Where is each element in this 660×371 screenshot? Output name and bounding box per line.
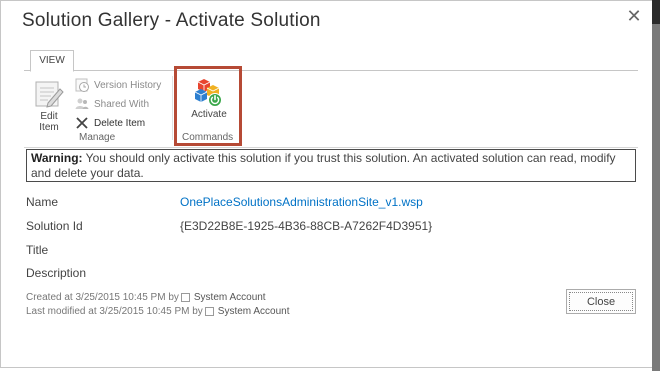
edit-item-button: Edit Item [32,79,66,133]
description-label: Description [26,266,87,280]
version-history-button: Version History [74,77,161,93]
edit-item-label-line1: Edit [40,111,58,122]
name-label: Name [26,195,59,209]
edit-item-icon [33,79,65,109]
modified-by-user[interactable]: System Account [218,306,290,317]
presence-icon [180,292,190,302]
ribbon-separator [172,76,173,140]
window-edge [652,0,660,371]
shared-with-icon [74,96,90,112]
close-button[interactable]: Close [566,289,636,314]
name-value-link[interactable]: OnePlaceSolutionsAdministrationSite_v1.w… [180,195,423,209]
shared-with-button: Shared With [74,96,149,112]
edit-item-label-line2: Item [39,122,59,133]
version-history-label: Version History [94,79,162,91]
created-by-user[interactable]: System Account [194,292,266,303]
commands-highlight-box [174,66,242,146]
ribbon-group-manage: Edit Item Version History Shared With De… [24,71,174,147]
dialog-title: Solution Gallery - Activate Solution [22,10,321,31]
tab-view[interactable]: VIEW [30,50,74,72]
warning-label: Warning: [31,151,83,165]
version-history-icon [74,77,90,93]
created-prefix: Created at 3/25/2015 10:45 PM by [26,292,179,303]
shared-with-label: Shared With [94,98,150,110]
close-icon[interactable]: ✕ [624,6,644,26]
delete-item-label: Delete Item [94,117,146,129]
title-label: Title [26,243,49,257]
warning-text: You should only activate this solution i… [31,151,616,180]
delete-x-icon [74,115,90,131]
modified-prefix: Last modified at 3/25/2015 10:45 PM by [26,306,203,317]
solution-id-label: Solution Id [26,219,83,233]
solution-id-value: {E3D22B8E-1925-4B36-88CB-A7262F4D3951} [180,219,433,233]
modified-info: Last modified at 3/25/2015 10:45 PM by Sy… [26,306,290,317]
manage-group-label: Manage [79,132,116,143]
presence-icon [204,306,214,316]
created-info: Created at 3/25/2015 10:45 PM by System A… [26,292,266,303]
warning-banner: Warning: You should only activate this s… [26,149,636,182]
delete-item-button[interactable]: Delete Item [74,115,145,131]
